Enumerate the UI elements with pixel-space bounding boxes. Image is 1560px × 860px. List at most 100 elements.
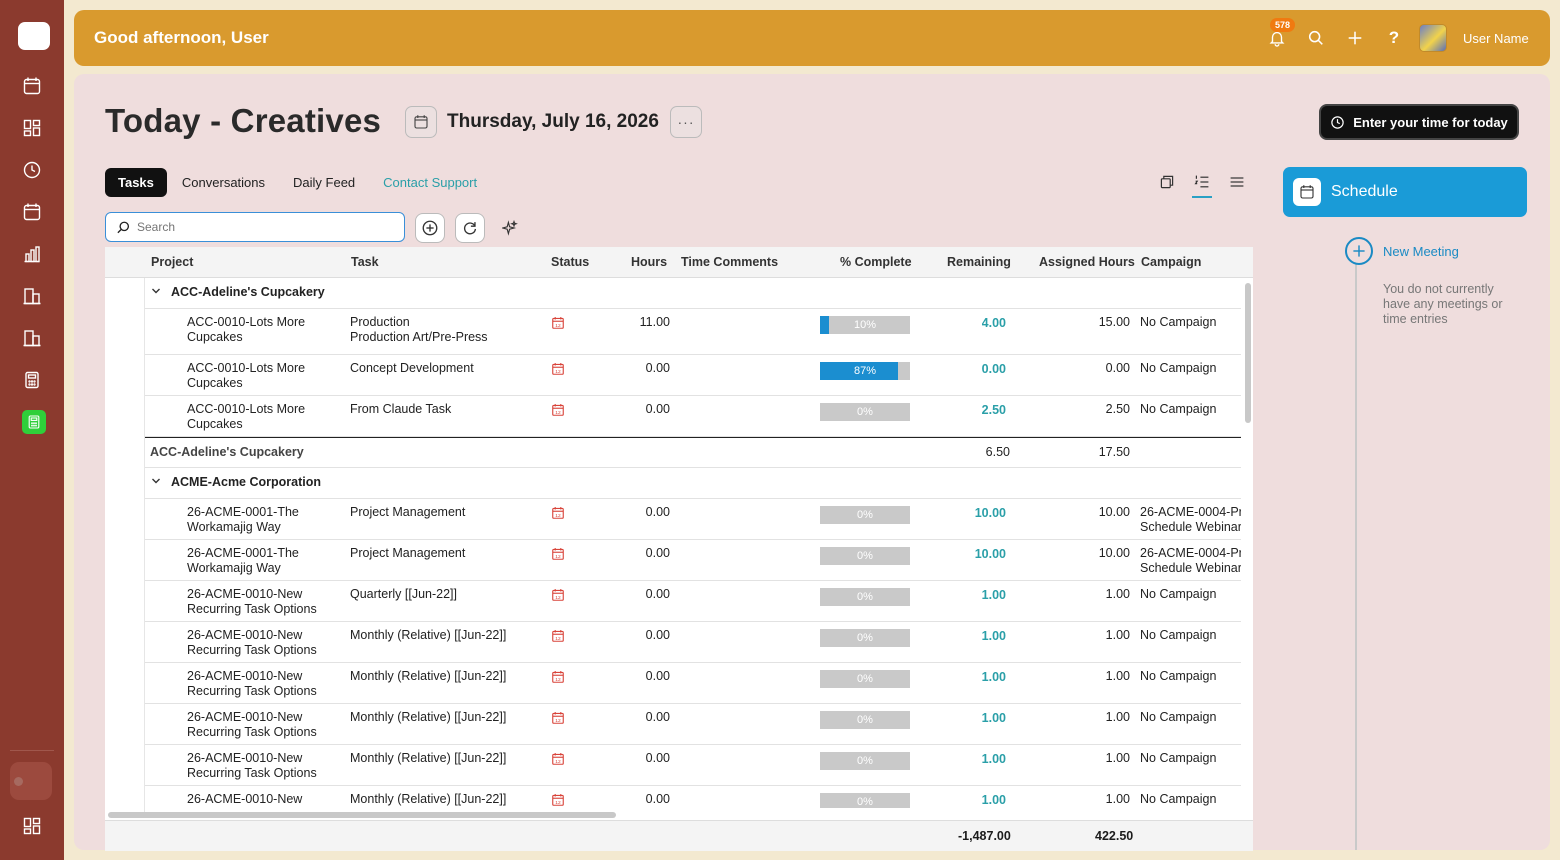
col-status[interactable]: Status [551, 255, 589, 269]
project-cell-line1: 26-ACME-0001-The [187, 546, 299, 560]
user-name[interactable]: User Name [1463, 31, 1529, 46]
table-row[interactable]: ACC-0010-Lots More Cupcakes From Claude Ta… [145, 396, 1241, 437]
table-row[interactable]: 26-ACME-0010-New Recurring Task Options Qu… [145, 581, 1241, 622]
sparkle-button[interactable] [495, 213, 525, 243]
app-logo[interactable] [18, 22, 50, 50]
chart-icon[interactable] [22, 244, 42, 264]
campaign-cell-line1: 26-ACME-0004-Pr [1140, 505, 1241, 519]
table-row[interactable]: 26-ACME-0010-New Monthly (Relative) [[Jun… [145, 786, 1241, 808]
status-calendar-icon[interactable]: 12 [551, 670, 565, 688]
project-cell-line2: Cupcakes [187, 330, 243, 344]
status-calendar-icon[interactable]: 12 [551, 547, 565, 565]
group-total-row[interactable]: ACC-Adeline's Cupcakery 6.50 17.50 [145, 437, 1241, 468]
building-icon[interactable] [22, 328, 42, 348]
horizontal-scrollbar[interactable] [108, 812, 616, 818]
assigned-cell: 1.00 [1105, 669, 1130, 683]
new-meeting-button[interactable]: New Meeting [1345, 237, 1459, 265]
tab-tasks[interactable]: Tasks [105, 167, 167, 197]
footer-assigned: 422.50 [1095, 829, 1134, 843]
project-cell-line1: 26-ACME-0010-New [187, 628, 303, 642]
group-name: ACME-Acme Corporation [171, 475, 322, 489]
search-box[interactable] [105, 212, 405, 242]
project-cell: 26-ACME-0010-New Recurring Task Options [187, 669, 337, 699]
table-row[interactable]: 26-ACME-0001-The Workamajig Way Project Ma… [145, 540, 1241, 581]
clock-icon [1331, 115, 1344, 129]
tab-daily-feed[interactable]: Daily Feed [280, 168, 368, 197]
table-row[interactable]: ACC-0010-Lots More Cupcakes Production Prod… [145, 309, 1241, 355]
help-icon[interactable]: ? [1384, 28, 1404, 48]
schedule-header[interactable]: Schedule [1283, 167, 1527, 217]
building-icon[interactable] [22, 286, 42, 306]
plus-icon[interactable] [1345, 28, 1365, 48]
status-calendar-icon[interactable]: 12 [551, 316, 565, 334]
search-input[interactable] [137, 220, 377, 234]
more-options-button[interactable]: ··· [670, 106, 702, 138]
calendar-icon[interactable] [22, 76, 42, 96]
list-view-icon[interactable] [1227, 172, 1247, 192]
campaign-cell-line1: 26-ACME-0004-Pr [1140, 546, 1241, 560]
task-cell-line1: Project Management [350, 546, 466, 560]
campaign-cell: 26-ACME-0004-Pr Schedule Webinar [1140, 505, 1241, 535]
status-calendar-icon[interactable]: 12 [551, 403, 565, 421]
col-task[interactable]: Task [351, 255, 379, 269]
col-hours[interactable]: Hours [631, 255, 667, 269]
refresh-button[interactable] [455, 213, 485, 243]
table-row[interactable]: ACC-0010-Lots More Cupcakes Concept Develo… [145, 355, 1241, 396]
percent-complete-bar: 0% [820, 403, 910, 421]
contact-support-link[interactable]: Contact Support [370, 168, 490, 197]
group-row[interactable]: ACME-Acme Corporation [145, 468, 1241, 499]
status-calendar-icon[interactable]: 12 [551, 752, 565, 770]
table-row[interactable]: 26-ACME-0010-New Recurring Task Options Mo… [145, 704, 1241, 745]
percent-label: 0% [857, 796, 873, 808]
status-calendar-icon[interactable]: 12 [551, 793, 565, 808]
add-task-button[interactable] [415, 213, 445, 243]
table-row[interactable]: 26-ACME-0010-New Recurring Task Options Mo… [145, 745, 1241, 786]
col-remaining[interactable]: Remaining [947, 255, 1011, 269]
dashboard-icon[interactable] [22, 816, 42, 836]
calculator-icon[interactable] [22, 370, 42, 390]
task-cell: From Claude Task [350, 402, 535, 417]
col-time-comments[interactable]: Time Comments [681, 255, 778, 269]
assigned-cell: 1.00 [1105, 792, 1130, 806]
date-picker-button[interactable] [405, 106, 437, 138]
card-view-icon[interactable] [1157, 172, 1177, 192]
plus-icon [422, 220, 438, 236]
grid-footer: -1,487.00 422.50 [105, 820, 1253, 851]
enter-time-button[interactable]: Enter your time for today [1319, 104, 1519, 140]
table-row[interactable]: 26-ACME-0010-New Recurring Task Options Mo… [145, 663, 1241, 704]
col-campaign[interactable]: Campaign [1141, 255, 1201, 269]
numbered-list-view-icon[interactable] [1192, 172, 1212, 198]
calculator-icon-active[interactable] [22, 410, 46, 434]
dashboard-icon[interactable] [22, 118, 42, 138]
percent-label: 87% [853, 365, 877, 377]
group-total-assigned: 17.50 [1098, 445, 1130, 459]
tab-conversations[interactable]: Conversations [169, 168, 278, 197]
search-icon[interactable] [1306, 28, 1326, 48]
status-calendar-icon[interactable]: 12 [551, 588, 565, 606]
avatar[interactable] [1419, 24, 1447, 52]
theme-toggle[interactable] [10, 762, 52, 800]
campaign-cell: No Campaign [1140, 402, 1241, 417]
svg-text:12: 12 [555, 800, 561, 806]
col-project[interactable]: Project [151, 255, 193, 269]
project-cell: 26-ACME-0010-New Recurring Task Options [187, 587, 337, 617]
group-row[interactable]: ACC-Adeline's Cupcakery [145, 278, 1241, 309]
vertical-scrollbar[interactable] [1245, 283, 1251, 423]
left-rail [0, 0, 64, 860]
task-cell-line1: Monthly (Relative) [[Jun-22]] [350, 792, 507, 806]
status-calendar-icon[interactable]: 12 [551, 711, 565, 729]
clock-icon[interactable] [22, 160, 42, 180]
table-row[interactable]: 26-ACME-0001-The Workamajig Way Project Ma… [145, 499, 1241, 540]
remaining-cell: 4.00 [981, 316, 1006, 330]
status-calendar-icon[interactable]: 12 [551, 362, 565, 380]
hours-cell: 0.00 [645, 628, 670, 642]
table-row[interactable]: 26-ACME-0010-New Recurring Task Options Mo… [145, 622, 1241, 663]
calendar-icon[interactable] [22, 202, 42, 222]
col-percent-complete[interactable]: % Complete [840, 255, 912, 269]
status-calendar-icon[interactable]: 12 [551, 506, 565, 524]
hours-cell: 0.00 [645, 587, 670, 601]
schedule-timeline [1355, 239, 1357, 850]
status-calendar-icon[interactable]: 12 [551, 629, 565, 647]
col-assigned-hours[interactable]: Assigned Hours [1039, 255, 1135, 269]
campaign-cell-line1: No Campaign [1140, 361, 1217, 375]
